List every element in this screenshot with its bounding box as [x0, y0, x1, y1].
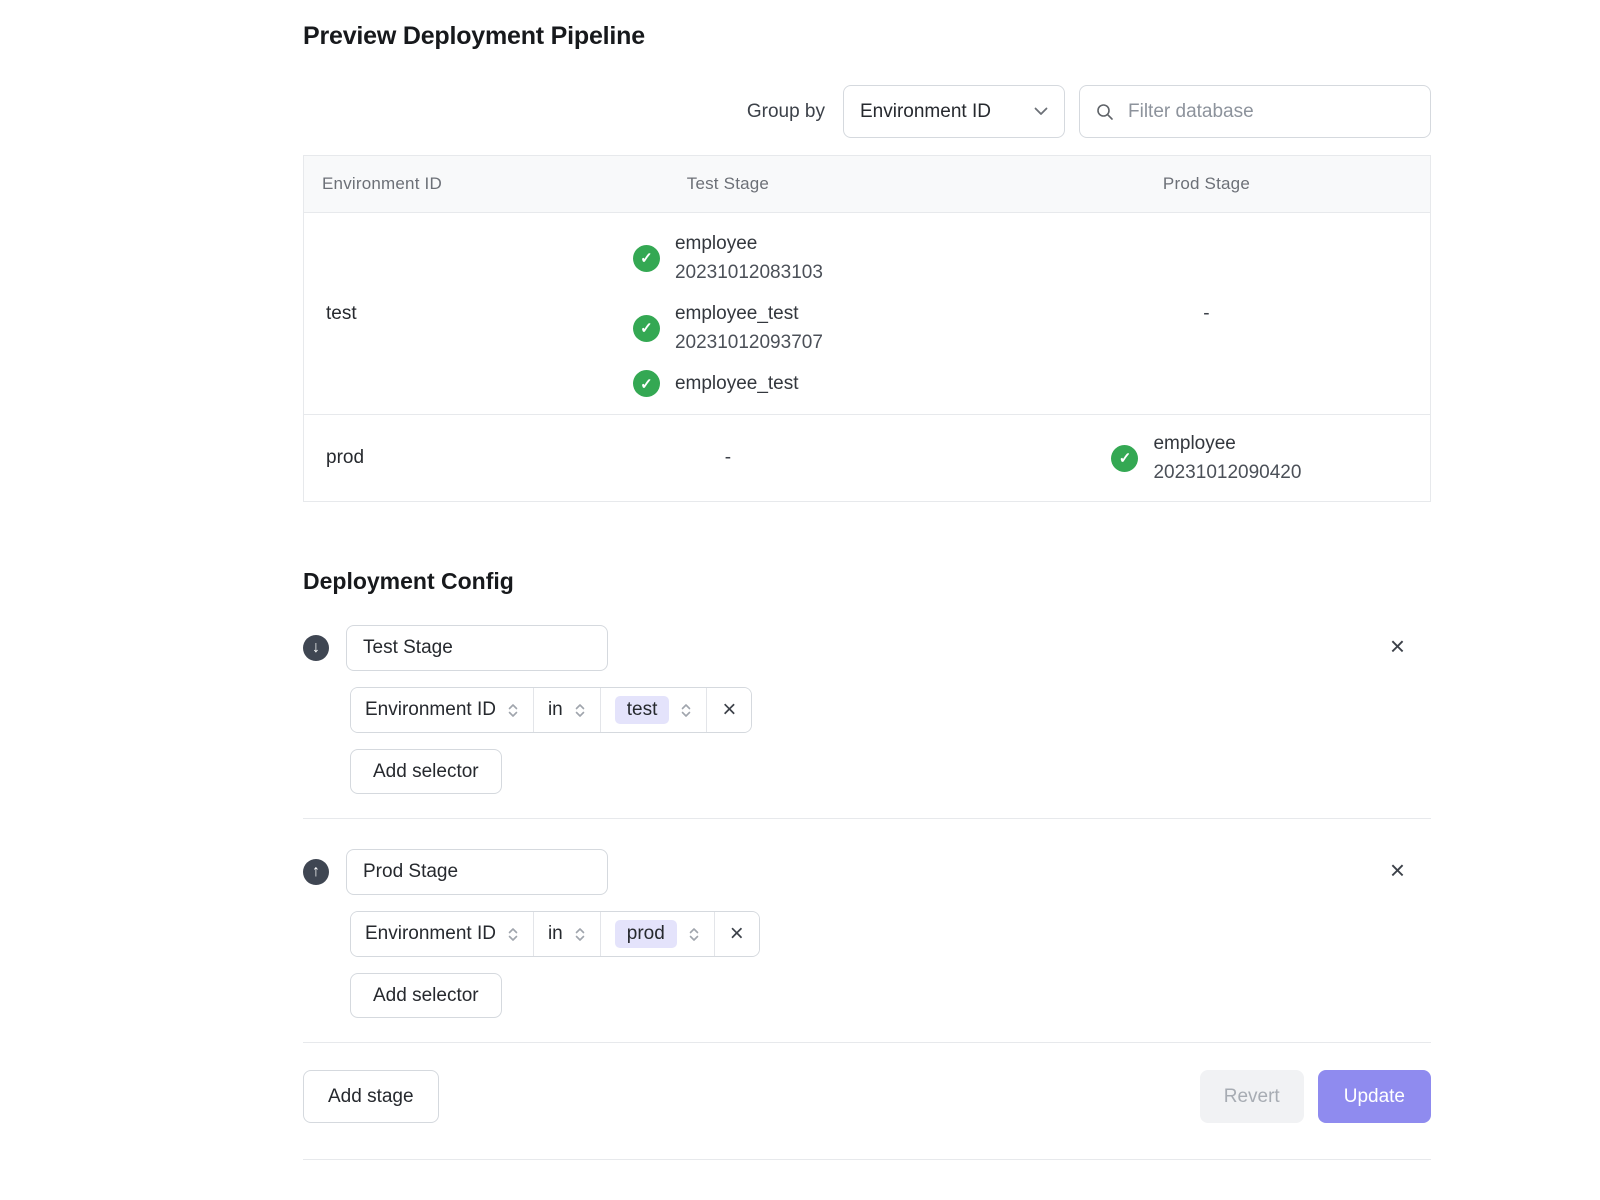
check-circle-icon: ✓ [1111, 445, 1138, 472]
environment-cell: prod [304, 433, 473, 483]
database-version: 20231012083103 [675, 258, 823, 287]
check-circle-icon: ✓ [633, 370, 660, 397]
selector-row: Environment ID in test [350, 687, 752, 733]
test-stage-cell: - [473, 433, 983, 483]
selector-key-label: Environment ID [365, 699, 496, 721]
group-by-label: Group by [747, 101, 825, 123]
arrow-up-circle-icon: ↑ [303, 859, 329, 885]
page-title: Preview Deployment Pipeline [303, 22, 1431, 51]
bottom-divider [303, 1159, 1431, 1160]
column-header-test-stage: Test Stage [473, 174, 983, 194]
select-chevrons-icon [688, 926, 700, 943]
stage-block-test: × ↓ Environment ID in test [303, 625, 1431, 819]
selector-value-select[interactable]: prod [601, 912, 715, 956]
add-stage-button[interactable]: Add stage [303, 1070, 439, 1123]
database-list: ✓ employee 20231012083103 ✓ employee_tes… [633, 229, 823, 398]
pipeline-table: Environment ID Test Stage Prod Stage tes… [303, 155, 1431, 502]
select-chevrons-icon [574, 702, 586, 719]
select-chevrons-icon [574, 926, 586, 943]
prod-stage-cell: ✓ employee 20231012090420 [983, 415, 1430, 501]
check-circle-icon: ✓ [633, 245, 660, 272]
selector-operator-select[interactable]: in [534, 912, 601, 956]
database-name: employee_test [675, 369, 799, 398]
database-name: employee [675, 229, 823, 258]
deployment-config-title: Deployment Config [303, 568, 1431, 595]
toolbar: Group by Environment ID [303, 85, 1431, 138]
database-text: employee 20231012090420 [1153, 429, 1301, 487]
stage-name-input[interactable] [346, 625, 608, 671]
stage-block-prod: × ↑ Environment ID in prod [303, 849, 1431, 1043]
stage-name-input[interactable] [346, 849, 608, 895]
table-row: test ✓ employee 20231012083103 ✓ employe… [304, 213, 1430, 415]
selector-value-tag: test [615, 696, 670, 724]
database-item: ✓ employee_test [633, 369, 799, 398]
database-text: employee_test 20231012093707 [675, 299, 823, 357]
column-header-environment-id: Environment ID [304, 174, 473, 194]
table-row: prod - ✓ employee 20231012090420 [304, 415, 1430, 501]
remove-selector-button[interactable]: × [707, 688, 751, 732]
stage-head: ↑ [303, 849, 1431, 895]
selector-operator-select[interactable]: in [534, 688, 601, 732]
footer-actions: Add stage Revert Update [303, 1070, 1431, 1123]
column-header-prod-stage: Prod Stage [983, 174, 1430, 194]
prod-stage-cell: - [983, 287, 1430, 341]
database-version: 20231012093707 [675, 328, 823, 357]
add-selector-button[interactable]: Add selector [350, 749, 502, 794]
selector-operator-label: in [548, 923, 563, 945]
right-actions: Revert Update [1200, 1070, 1431, 1123]
selector-key-select[interactable]: Environment ID [351, 912, 534, 956]
selector-value-tag: prod [615, 920, 677, 948]
remove-stage-button[interactable]: × [1384, 855, 1411, 885]
search-icon [1095, 102, 1115, 122]
revert-button[interactable]: Revert [1200, 1070, 1304, 1123]
main-content: Preview Deployment Pipeline Group by Env… [303, 0, 1431, 1160]
select-chevrons-icon [507, 926, 519, 943]
select-chevrons-icon [507, 702, 519, 719]
chevron-down-icon [1034, 107, 1048, 116]
database-text: employee 20231012083103 [675, 229, 823, 287]
database-item: ✓ employee 20231012083103 [633, 229, 823, 287]
environment-cell: test [304, 287, 473, 341]
selector-row: Environment ID in prod [350, 911, 760, 957]
arrow-down-circle-icon: ↓ [303, 635, 329, 661]
remove-selector-button[interactable]: × [715, 912, 759, 956]
selector-value-select[interactable]: test [601, 688, 708, 732]
database-name: employee_test [675, 299, 823, 328]
selector-key-select[interactable]: Environment ID [351, 688, 534, 732]
update-button[interactable]: Update [1318, 1070, 1431, 1123]
database-name: employee [1153, 429, 1301, 458]
group-by-select[interactable]: Environment ID [843, 85, 1065, 138]
check-circle-icon: ✓ [633, 315, 660, 342]
test-stage-cell: ✓ employee 20231012083103 ✓ employee_tes… [473, 213, 983, 414]
filter-database-box [1079, 85, 1431, 138]
stage-head: ↓ [303, 625, 1431, 671]
selector-operator-label: in [548, 699, 563, 721]
database-item: ✓ employee 20231012090420 [1111, 429, 1301, 487]
group-by-selected-value: Environment ID [860, 101, 991, 123]
add-selector-button[interactable]: Add selector [350, 973, 502, 1018]
remove-stage-button[interactable]: × [1384, 631, 1411, 661]
selector-key-label: Environment ID [365, 923, 496, 945]
database-text: employee_test [675, 369, 799, 398]
database-item: ✓ employee_test 20231012093707 [633, 299, 823, 357]
database-version: 20231012090420 [1153, 458, 1301, 487]
filter-database-input[interactable] [1126, 100, 1415, 124]
select-chevrons-icon [680, 702, 692, 719]
table-header-row: Environment ID Test Stage Prod Stage [304, 156, 1430, 213]
